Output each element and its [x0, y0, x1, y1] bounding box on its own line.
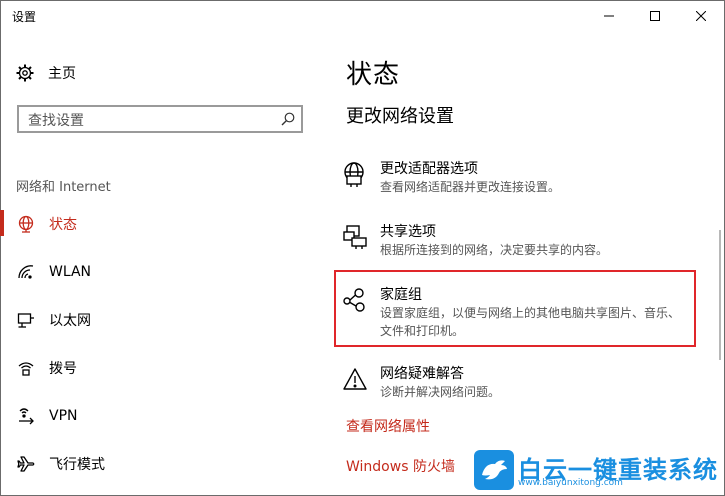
search-box[interactable]: 查找设置	[17, 105, 303, 133]
sidebar-item-status[interactable]: 状态	[0, 204, 330, 244]
option-troubleshoot[interactable]: 网络疑难解答 诊断并解决网络问题。	[342, 363, 692, 403]
minimize-icon	[604, 15, 614, 17]
window-title: 设置	[12, 10, 37, 24]
home-nav-item[interactable]: 主页	[16, 60, 76, 86]
sidebar-item-airplane[interactable]: 飞行模式	[0, 444, 330, 484]
vpn-icon	[17, 407, 35, 425]
watermark-logo: 白云一键重装系统 www.baiyunxitong.com	[474, 448, 720, 492]
link-view-network-properties[interactable]: 查看网络属性	[346, 416, 430, 436]
warning-icon	[342, 366, 370, 394]
dialup-icon	[17, 359, 35, 377]
option-homegroup[interactable]: 家庭组 设置家庭组，以便与网络上的其他电脑共享图片、音乐、文件和打印机。	[342, 284, 692, 344]
sidebar-item-vpn[interactable]: VPN	[0, 396, 330, 436]
sidebar-item-label: WLAN	[49, 264, 92, 280]
section-label: 网络和 Internet	[16, 180, 111, 195]
link-windows-firewall[interactable]: Windows 防火墙	[346, 456, 455, 476]
sidebar-item-label: 拨号	[49, 361, 77, 377]
sidebar-item-label: 飞行模式	[49, 457, 105, 473]
option-description: 设置家庭组，以便与网络上的其他电脑共享图片、音乐、文件和打印机。	[380, 306, 681, 338]
page-subtitle: 更改网络设置	[346, 106, 454, 127]
bird-icon	[474, 450, 514, 490]
airplane-icon	[17, 455, 35, 473]
option-description: 诊断并解决网络问题。	[380, 385, 501, 399]
option-description: 根据所连接到的网络，决定要共享的内容。	[380, 243, 609, 257]
option-title: 网络疑难解答	[380, 366, 464, 382]
close-button[interactable]	[678, 0, 724, 32]
maximize-button[interactable]	[632, 0, 678, 32]
home-label: 主页	[48, 66, 76, 82]
option-title: 共享选项	[380, 224, 436, 240]
scrollbar-thumb[interactable]	[719, 230, 721, 360]
ethernet-icon	[17, 311, 35, 329]
search-placeholder: 查找设置	[28, 113, 84, 129]
sidebar-item-dialup[interactable]: 拨号	[0, 348, 330, 388]
gear-icon	[16, 64, 34, 82]
option-description: 查看网络适配器并更改连接设置。	[380, 180, 561, 194]
wifi-icon	[17, 263, 35, 281]
globe-icon	[17, 215, 35, 233]
sidebar-item-label: 状态	[49, 217, 77, 233]
adapter-icon	[342, 161, 370, 189]
minimize-button[interactable]	[586, 0, 632, 32]
sidebar-item-label: VPN	[49, 408, 78, 424]
maximize-icon	[650, 11, 660, 21]
sidebar-item-wlan[interactable]: WLAN	[0, 252, 330, 292]
page-title: 状态	[346, 60, 401, 90]
option-adapter[interactable]: 更改适配器选项 查看网络适配器并更改连接设置。	[342, 158, 692, 198]
close-icon	[696, 11, 706, 21]
homegroup-icon	[342, 287, 370, 315]
option-title: 更改适配器选项	[380, 161, 478, 177]
search-icon[interactable]	[281, 112, 295, 126]
watermark-url: www.baiyunxitong.com	[518, 478, 623, 488]
sidebar-item-ethernet[interactable]: 以太网	[0, 300, 330, 340]
option-sharing[interactable]: 共享选项 根据所连接到的网络，决定要共享的内容。	[342, 221, 692, 261]
sharing-icon	[342, 224, 370, 252]
title-bar: 设置	[0, 0, 725, 32]
option-title: 家庭组	[380, 287, 422, 303]
sidebar-item-label: 以太网	[49, 313, 91, 329]
